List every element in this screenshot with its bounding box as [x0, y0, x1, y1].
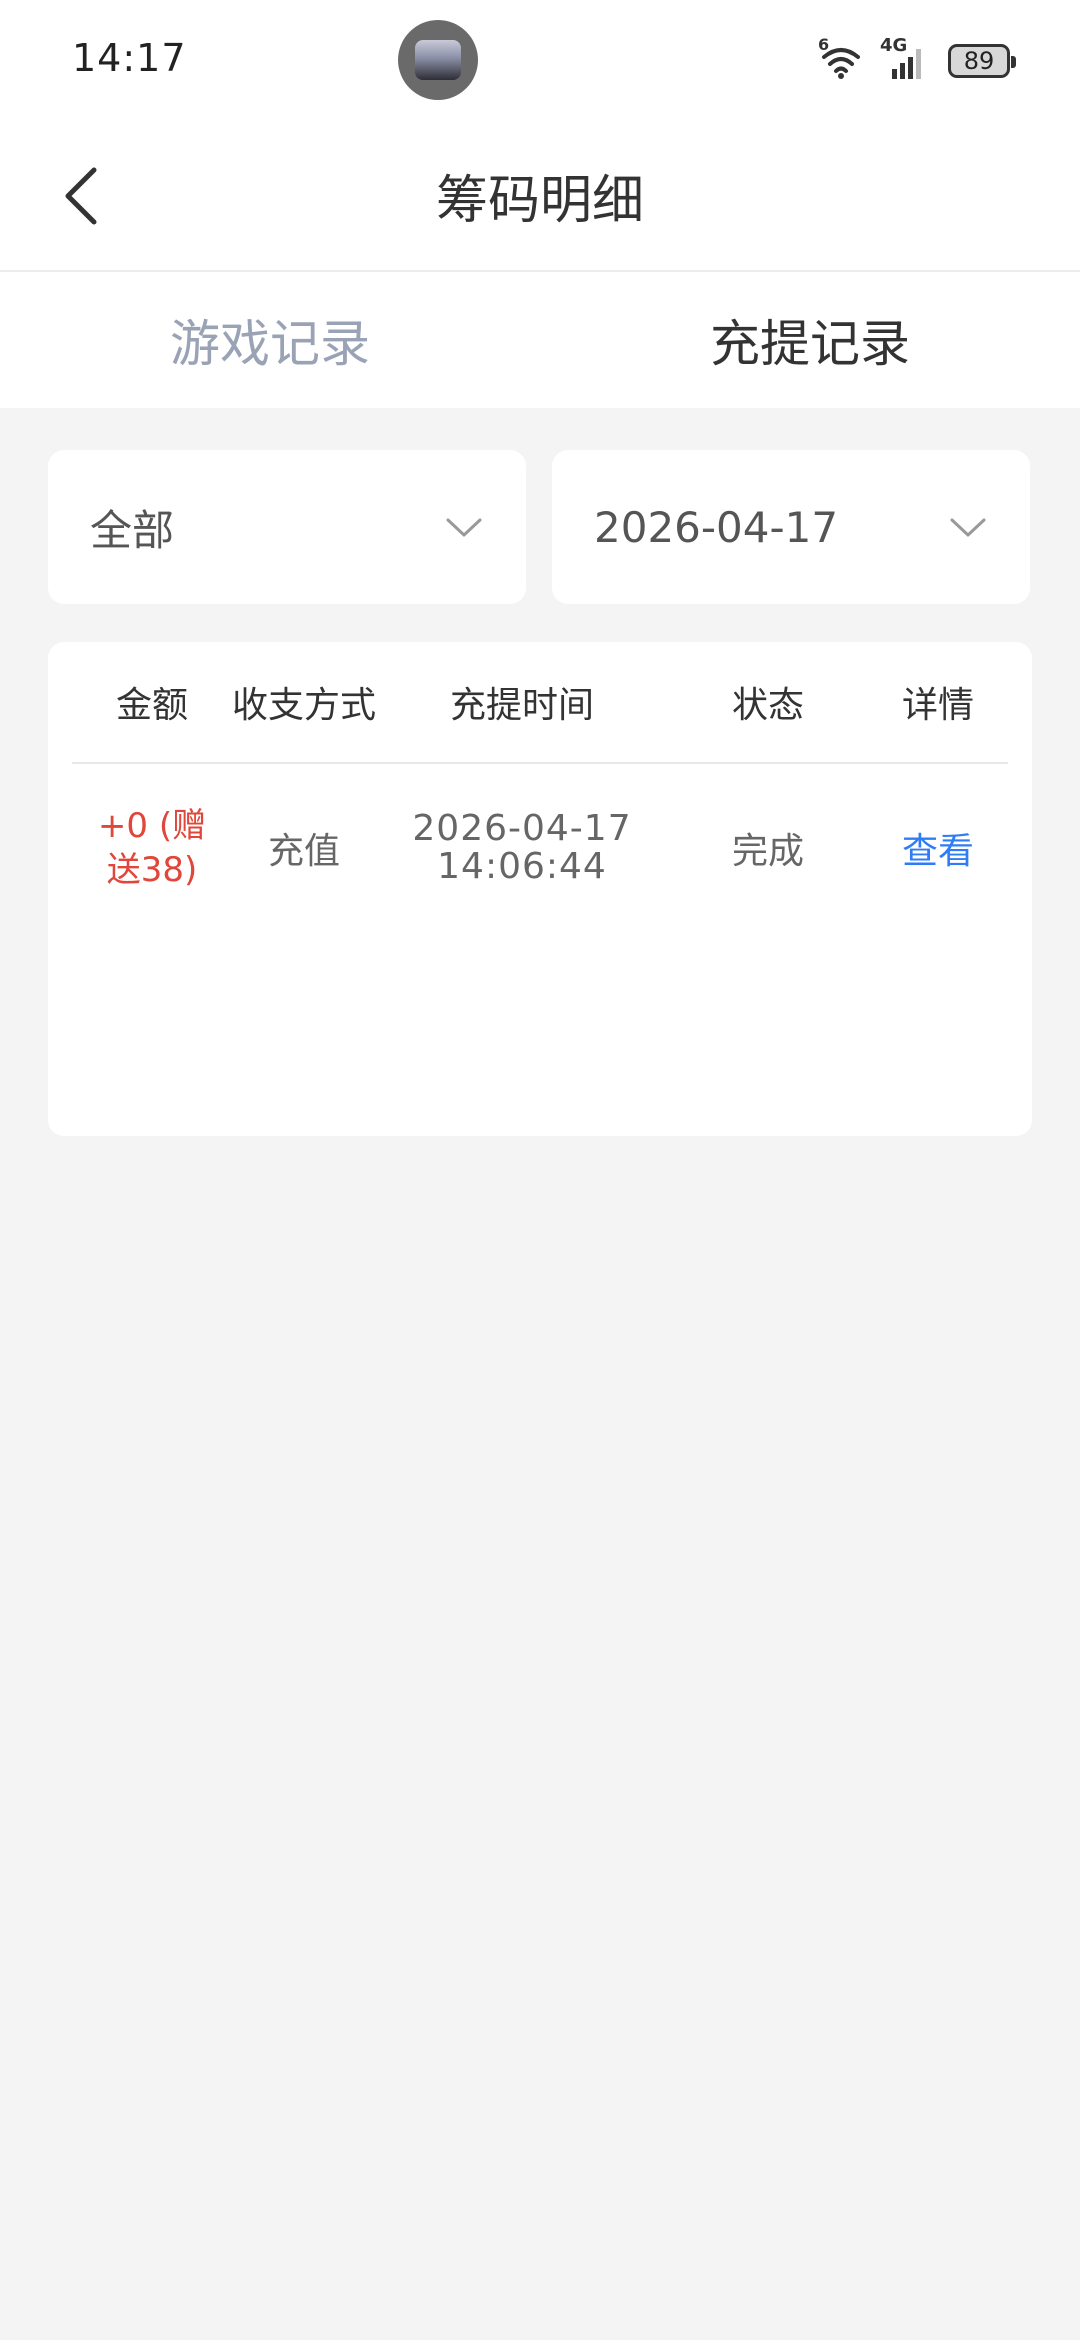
wifi-icon: 6 — [818, 35, 864, 81]
amount-line: +0 (赠 — [97, 806, 207, 846]
tab-bar: 游戏记录 充提记录 — [0, 272, 1080, 408]
time-date: 2026-04-17 — [412, 808, 632, 849]
chevron-down-icon — [446, 518, 482, 537]
date-filter-value: 2026-04-17 — [594, 502, 839, 552]
tab-deposit-withdraw-records[interactable]: 充提记录 — [540, 272, 1080, 408]
column-header-status: 状态 — [731, 685, 804, 726]
column-header-amount: 金额 — [115, 685, 188, 726]
view-detail-link[interactable]: 查看 — [868, 822, 1008, 874]
floating-avatar[interactable] — [398, 20, 478, 100]
table-row: +0 (赠 送38) 充值 2026-04-17 14:06:44 完成 查看 — [72, 764, 1008, 932]
method-cell: 充值 — [267, 831, 340, 872]
wifi-badge: 6 — [818, 35, 830, 54]
tab-game-records[interactable]: 游戏记录 — [0, 272, 540, 408]
page-title: 筹码明细 — [435, 171, 644, 231]
network-type: 4G — [880, 35, 908, 56]
amount-cell: +0 (赠 送38) — [72, 804, 232, 892]
column-header-time: 充提时间 — [449, 685, 594, 726]
table-header: 金额 收支方式 充提时间 状态 详情 — [72, 642, 1008, 764]
date-filter-dropdown[interactable]: 2026-04-17 — [552, 450, 1030, 604]
status-icons: 6 4G 89 — [818, 35, 1016, 86]
column-header-method: 收支方式 — [232, 685, 377, 726]
status-time: 14:17 — [72, 36, 187, 80]
status-bar: 14:17 6 4G 89 — [0, 0, 1080, 120]
time-cell: 2026-04-17 14:06:44 — [376, 810, 668, 886]
amount-line: 送38) — [106, 850, 198, 890]
battery-icon: 89 — [948, 44, 1016, 78]
cellular-icon: 4G — [880, 35, 932, 81]
type-filter-value: 全部 — [90, 505, 175, 555]
chevron-down-icon — [950, 518, 986, 537]
app-header: 筹码明细 — [0, 120, 1080, 272]
records-table: 金额 收支方式 充提时间 状态 详情 +0 (赠 送38) 充值 2026-04… — [48, 642, 1032, 1136]
status-cell: 完成 — [731, 831, 804, 872]
type-filter-dropdown[interactable]: 全部 — [48, 450, 526, 604]
column-header-detail: 详情 — [901, 685, 974, 726]
time-clock: 14:06:44 — [437, 846, 607, 887]
